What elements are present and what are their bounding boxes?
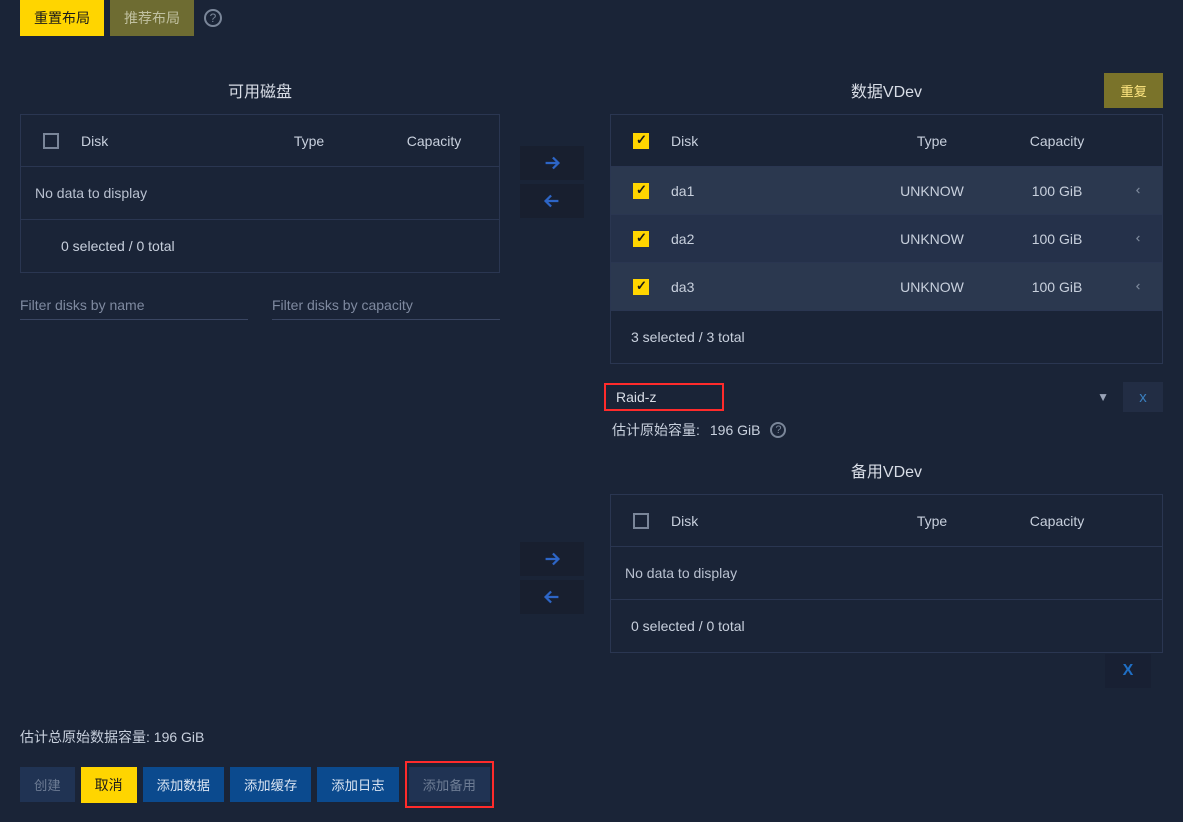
spare-vdev-title: 备用VDev (610, 446, 1163, 494)
select-all-data-checkbox[interactable] (633, 133, 649, 149)
spare-col-type-label: Type (872, 513, 992, 529)
spare-col-capacity-label: Capacity (992, 513, 1122, 529)
add-cache-button[interactable]: 添加缓存 (230, 767, 311, 802)
dropdown-caret-icon[interactable]: ▼ (1097, 390, 1113, 404)
add-data-button[interactable]: 添加数据 (143, 767, 224, 802)
add-spare-button[interactable]: 添加备用 (409, 767, 490, 802)
estimate-label: 估计原始容量: (612, 420, 700, 440)
move-right-spare-button[interactable] (520, 542, 584, 576)
available-title: 可用磁盘 (20, 66, 500, 114)
table-row[interactable]: da1 UNKNOW 100 GiB ⌃ (611, 167, 1162, 215)
table-row[interactable]: da3 UNKNOW 100 GiB ⌃ (611, 263, 1162, 311)
col-type-label: Type (249, 133, 369, 149)
help-icon[interactable]: ? (204, 9, 222, 27)
chevron-right-icon[interactable]: ⌃ (1122, 230, 1162, 248)
table-row[interactable]: da2 UNKNOW 100 GiB ⌃ (611, 215, 1162, 263)
raid-type-select[interactable]: Raid-z (604, 383, 724, 411)
row-checkbox[interactable] (633, 279, 649, 295)
available-no-data: No data to display (21, 167, 499, 220)
data-col-capacity-label: Capacity (992, 133, 1122, 149)
row-checkbox[interactable] (633, 183, 649, 199)
help-icon[interactable]: ? (770, 422, 786, 438)
remove-data-vdev-button[interactable]: x (1123, 382, 1163, 412)
create-button[interactable]: 创建 (20, 767, 75, 802)
row-checkbox[interactable] (633, 231, 649, 247)
move-right-data-button[interactable] (520, 146, 584, 180)
spare-vdev-table: Disk Type Capacity No data to display 0 … (610, 494, 1163, 653)
remove-spare-vdev-button[interactable]: X (1105, 654, 1151, 688)
cancel-button[interactable]: 取消 (81, 767, 137, 803)
data-vdev-table: Disk Type Capacity da1 UNKNOW 100 GiB ⌃ … (610, 114, 1163, 364)
select-all-spare-checkbox[interactable] (633, 513, 649, 529)
available-disk-table: Disk Type Capacity No data to display 0 … (20, 114, 500, 273)
col-capacity-label: Capacity (369, 133, 499, 149)
spare-col-disk-label: Disk (671, 513, 872, 529)
data-col-type-label: Type (872, 133, 992, 149)
revert-button[interactable]: 重复 (1104, 73, 1163, 108)
move-left-data-button[interactable] (520, 184, 584, 218)
filter-capacity-input[interactable] (272, 291, 500, 320)
col-disk-label: Disk (81, 133, 249, 149)
available-footer: 0 selected / 0 total (21, 220, 499, 272)
total-estimate: 估计总原始数据容量: 196 GiB (20, 727, 494, 747)
spare-no-data: No data to display (611, 547, 1162, 600)
chevron-right-icon[interactable]: ⌃ (1122, 182, 1162, 200)
add-log-button[interactable]: 添加日志 (317, 767, 398, 802)
estimate-value: 196 GiB (710, 422, 761, 438)
move-left-spare-button[interactable] (520, 580, 584, 614)
data-vdev-title: 数据VDev (851, 78, 922, 102)
select-all-available-checkbox[interactable] (43, 133, 59, 149)
filter-name-input[interactable] (20, 291, 248, 320)
chevron-right-icon[interactable]: ⌃ (1122, 278, 1162, 296)
spare-vdev-footer: 0 selected / 0 total (611, 600, 1162, 652)
suggest-layout-button[interactable]: 推荐布局 (110, 0, 194, 36)
data-col-disk-label: Disk (671, 133, 872, 149)
data-vdev-footer: 3 selected / 3 total (611, 311, 1162, 363)
reset-layout-button[interactable]: 重置布局 (20, 0, 104, 36)
